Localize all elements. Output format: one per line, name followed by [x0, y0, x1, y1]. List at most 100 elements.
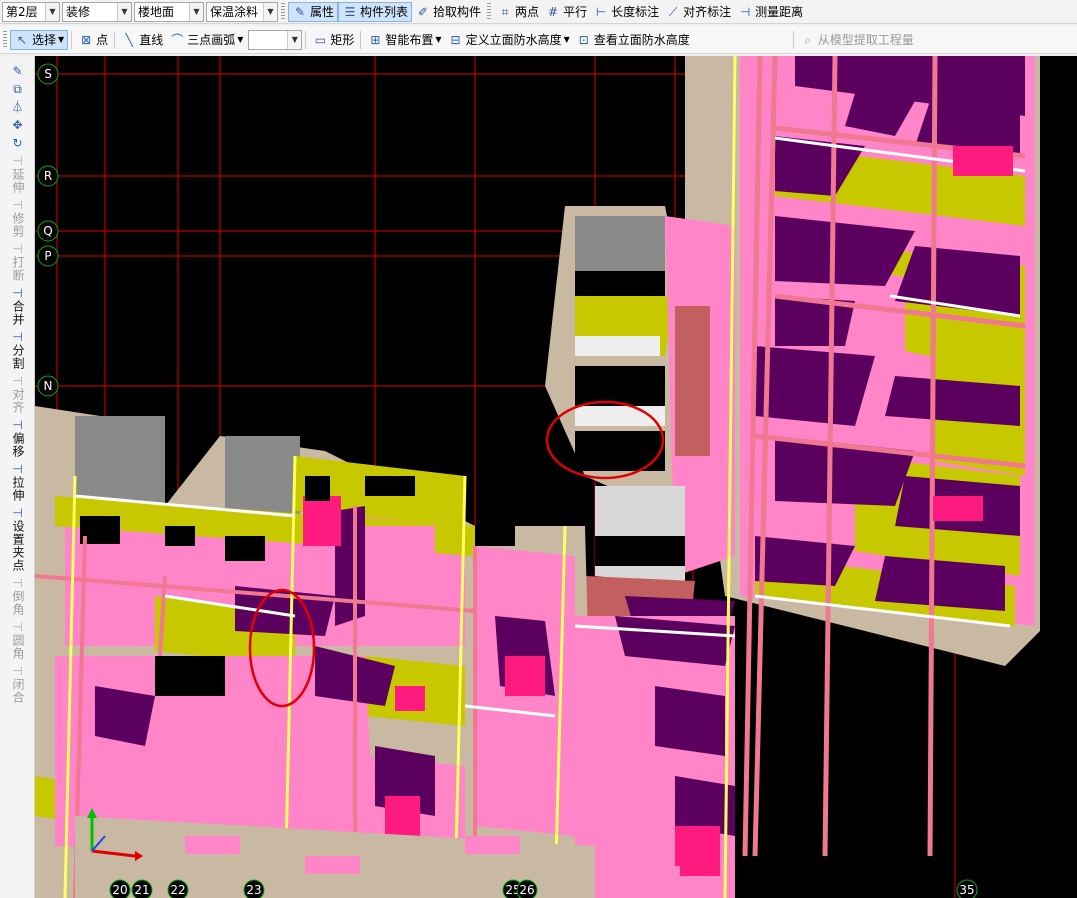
length-dimension-icon: ⊢ — [595, 4, 607, 19]
property-toolbar: 第2层 ▼ 装修 ▼ 楼地面 ▼ 保温涂料 ▼ ✎ 属性 ☰ 构件列表 ✐ 拾取构件 ⌗ 两点 … — [0, 0, 1077, 24]
mirror-tool[interactable]: ⏃ — [0, 98, 35, 116]
column-axis-bubble: 23 — [243, 879, 265, 898]
smart-layout-button[interactable]: ⊞ 智能布置 ▼ — [364, 30, 444, 50]
chevron-down-icon: ▼ — [563, 35, 570, 44]
column-axis-label: 23 — [246, 883, 261, 897]
rectangle-button[interactable]: ▭ 矩形 — [309, 30, 357, 50]
properties-icon: ✎ — [294, 4, 306, 19]
component-type-select[interactable]: 楼地面 ▼ — [134, 1, 204, 22]
pick-component-button[interactable]: ✐ 拾取构件 — [412, 2, 484, 22]
tool-break[interactable]: ⊣ 打断 — [0, 240, 35, 284]
row-axis-bubble: Q — [37, 220, 59, 242]
model-viewport-3d[interactable]: SRQPN 20 21 22 23 25 26 35 — [35, 56, 1077, 898]
cursor-icon: ↖ — [16, 32, 28, 47]
chevron-down-icon: ▼ — [58, 35, 65, 44]
chevron-down-icon: ▼ — [263, 2, 277, 21]
split-icon: ⊣ — [12, 330, 23, 344]
parallel-button[interactable]: # 平行 — [542, 2, 590, 22]
row-axis-bubble: S — [37, 63, 59, 85]
component-name-select[interactable]: 保温涂料 ▼ — [206, 1, 278, 22]
list-icon: ☰ — [344, 4, 356, 19]
align-icon: ⊣ — [12, 374, 23, 388]
view-height-icon: ⊡ — [578, 32, 589, 47]
tool-split[interactable]: ⊣ 分割 — [0, 328, 35, 372]
column-axis-label: 22 — [170, 883, 185, 897]
extract-icon: ⌕ — [804, 32, 812, 47]
break-icon: ⊣ — [12, 242, 23, 256]
row-axis-label: Q — [43, 224, 52, 238]
tool-label: 合并 — [11, 300, 25, 326]
tool-label: 拉伸 — [11, 476, 25, 502]
ruler-icon: ⊣ — [739, 4, 751, 19]
building-model-render: SRQPN 20 21 22 23 2526 35 — [35, 56, 1040, 898]
chevron-down-icon: ▼ — [237, 35, 244, 44]
modify-tool-list: ⊣ 延伸 ⊣ 修剪 ⊣ 打断 ⊣ 合并 ⊣ 分割 ⊣ 对齐 ⊣ 偏移 ⊣ 拉伸 ⊣ 设置夹点 ⊣ 倒角 ⊣ 圆角 ⊣ 闭合 — [0, 152, 34, 706]
smart-layout-icon: ⊞ — [370, 32, 381, 47]
properties-button[interactable]: ✎ 属性 — [288, 1, 339, 22]
extract-quantity-button[interactable]: ⌕ 从模型提取工程量 — [797, 30, 917, 50]
line-button[interactable]: ╲ 直线 — [118, 30, 166, 50]
row-axis-labels: S R QP N — [37, 63, 59, 397]
column-axis-bubble: 35 — [956, 879, 978, 898]
tool-grip[interactable]: ⊣ 设置夹点 — [0, 504, 35, 574]
column-axis-bubble: 22 — [167, 879, 189, 898]
fillet-icon: ⊣ — [12, 620, 23, 634]
eyedropper-icon: ✐ — [418, 4, 429, 19]
copy-tool[interactable]: ⧉ — [0, 80, 35, 98]
measure-distance-button[interactable]: ⊣ 测量距离 — [734, 2, 806, 22]
building-right-wing — [685, 56, 1040, 857]
row-axis-bubble: R — [37, 165, 59, 187]
row-axis-bubble: N — [37, 375, 59, 397]
component-list-button[interactable]: ☰ 构件列表 — [338, 1, 413, 22]
tool-offset[interactable]: ⊣ 偏移 — [0, 416, 35, 460]
three-point-arc-button[interactable]: ⌒ 三点画弧 ▼ — [166, 30, 246, 50]
toolbar-grip — [3, 30, 7, 49]
column-axis-label: 20 — [112, 883, 127, 897]
column-axis-label: 21 — [134, 883, 149, 897]
category-select[interactable]: 装修 ▼ — [62, 1, 132, 22]
tool-label: 修剪 — [11, 212, 25, 238]
point-button[interactable]: ⊠ 点 — [75, 30, 111, 50]
brush-tool[interactable]: ✎ — [0, 56, 35, 80]
arc-option-select[interactable]: ▼ — [248, 29, 303, 50]
tool-merge[interactable]: ⊣ 合并 — [0, 284, 35, 328]
tool-trim[interactable]: ⊣ 修剪 — [0, 196, 35, 240]
copy-icon: ⧉ — [13, 82, 22, 96]
rotate-icon: ↻ — [12, 136, 23, 150]
merge-icon: ⊣ — [12, 286, 23, 300]
modify-toolbar: ✎ ⧉ ⏃ ✥ ↻ ⊣ 延伸 ⊣ 修剪 ⊣ 打断 ⊣ 合并 ⊣ 分割 ⊣ 对齐 ⊣ 偏移 ⊣ 拉伸 ⊣ 设置夹点 ⊣… — [0, 56, 35, 898]
column-axis-bubble: 20 — [109, 879, 131, 898]
rectangle-icon: ▭ — [314, 32, 327, 47]
chamfer-icon: ⊣ — [12, 576, 23, 590]
two-points-icon: ⌗ — [501, 4, 509, 19]
floor-select[interactable]: 第2层 ▼ — [2, 1, 60, 22]
define-waterproof-height-button[interactable]: ⊟ 定义立面防水高度 ▼ — [445, 30, 573, 50]
chevron-down-icon: ▼ — [117, 2, 131, 21]
tool-label: 对齐 — [11, 388, 25, 414]
tool-close[interactable]: ⊣ 闭合 — [0, 662, 35, 706]
brush-icon: ✎ — [12, 64, 23, 78]
close-icon: ⊣ — [12, 664, 23, 678]
select-button[interactable]: ↖ 选择 ▼ — [10, 29, 69, 50]
mirror-icon: ⏃ — [11, 100, 24, 114]
rotate-tool[interactable]: ↻ — [0, 134, 35, 152]
chevron-down-icon: ▼ — [287, 30, 302, 49]
row-axis-label: P — [44, 249, 51, 263]
move-tool[interactable]: ✥ — [0, 116, 35, 134]
tool-align[interactable]: ⊣ 对齐 — [0, 372, 35, 416]
tool-label: 圆角 — [11, 634, 25, 660]
row-axis-label: R — [44, 169, 52, 183]
length-dimension-button[interactable]: ⊢ 长度标注 — [590, 2, 662, 22]
view-waterproof-height-button[interactable]: ⊡ 查看立面防水高度 — [573, 30, 693, 50]
tool-extend[interactable]: ⊣ 延伸 — [0, 152, 35, 196]
two-points-button[interactable]: ⌗ 两点 — [494, 2, 542, 22]
tool-stretch[interactable]: ⊣ 拉伸 — [0, 460, 35, 504]
tool-fillet[interactable]: ⊣ 圆角 — [0, 618, 35, 662]
tool-chamfer[interactable]: ⊣ 倒角 — [0, 574, 35, 618]
align-dimension-button[interactable]: ⟋ 对齐标注 — [662, 2, 734, 22]
row-axis-label: N — [44, 379, 53, 393]
toolbar-grip — [487, 2, 492, 21]
trim-icon: ⊣ — [12, 198, 23, 212]
draw-toolbar: ↖ 选择 ▼ ⊠ 点 ╲ 直线 ⌒ 三点画弧 ▼ ▼ ▭ 矩形 ⊞ 智能布置 ▼ ⊟ 定义立面防水高… — [0, 26, 1077, 54]
toolbar-grip — [281, 2, 285, 21]
